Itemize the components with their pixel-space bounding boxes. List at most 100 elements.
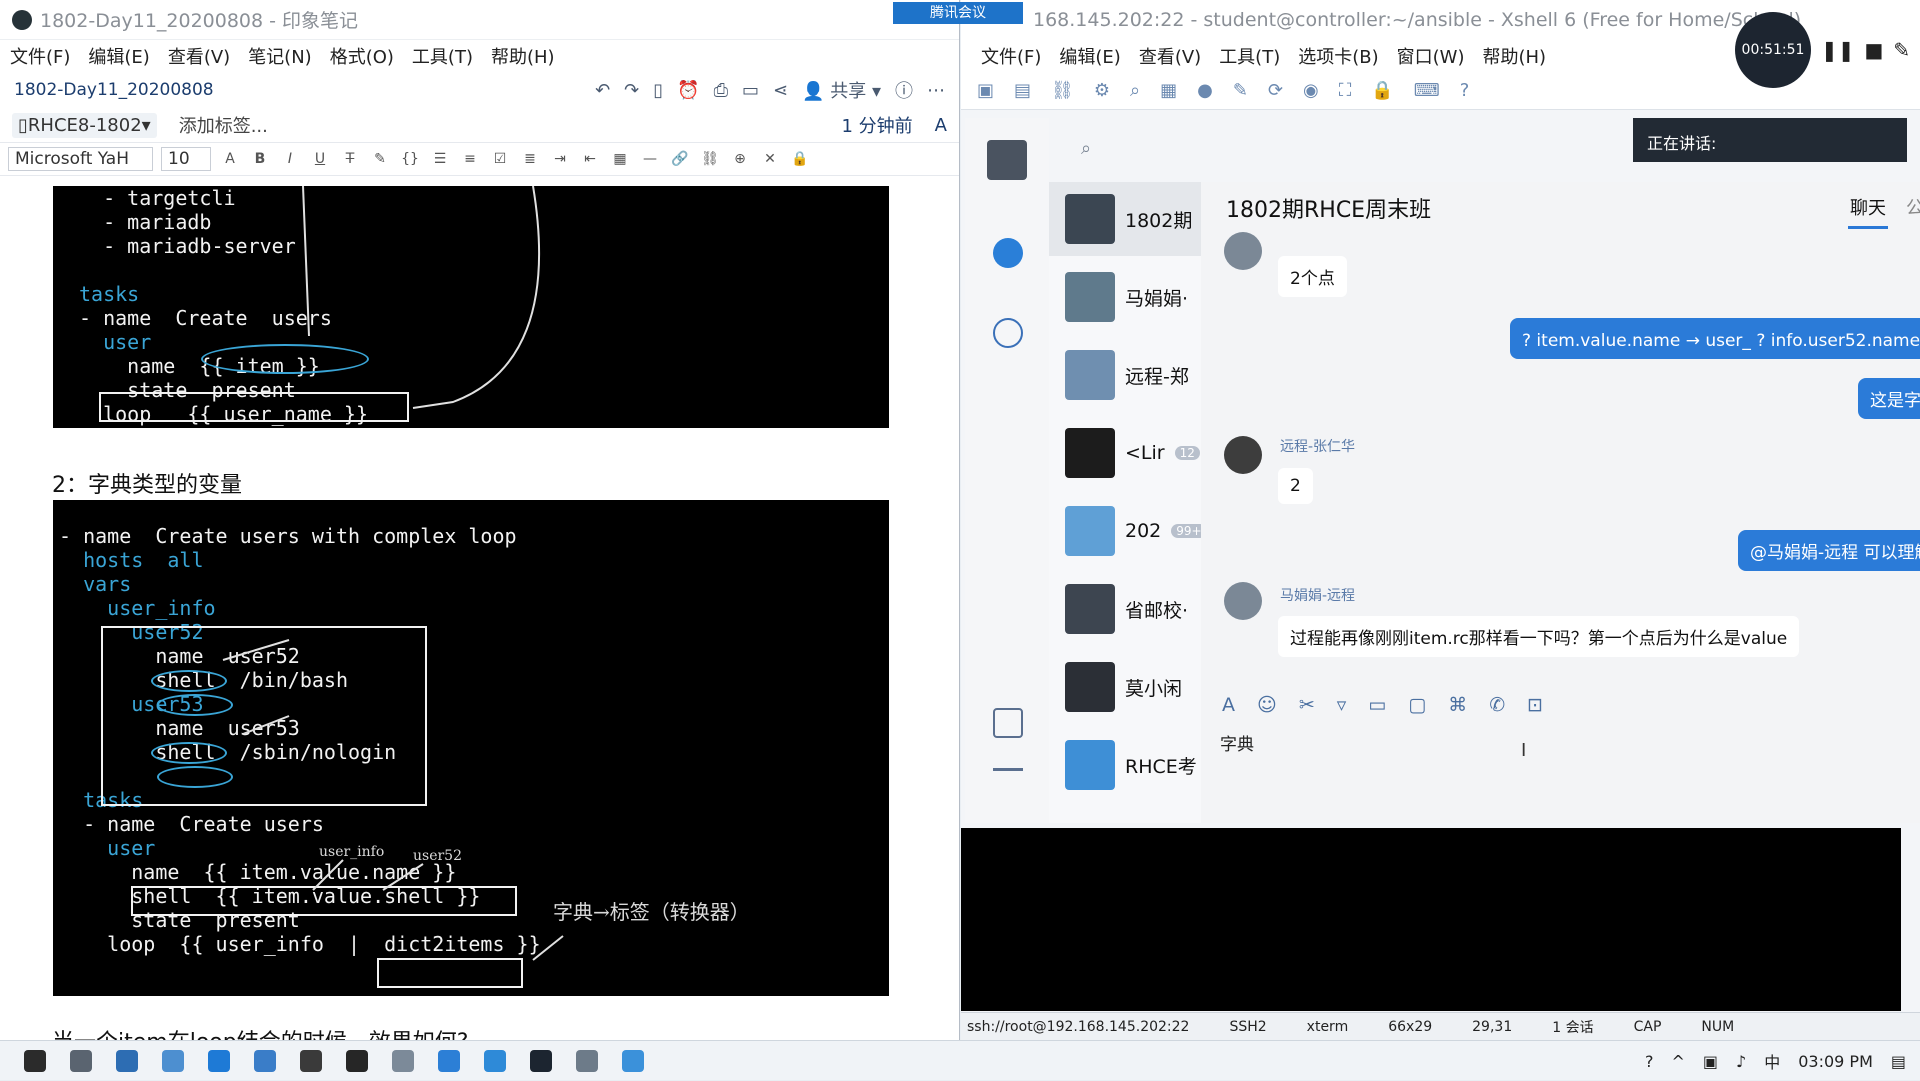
- menu-edit[interactable]: 编辑(E): [88, 43, 149, 69]
- help-tray-icon[interactable]: ?: [1645, 1052, 1654, 1071]
- notification-icon[interactable]: ▤: [1891, 1052, 1906, 1071]
- italic-icon[interactable]: I: [279, 151, 301, 167]
- reminder-icon[interactable]: ⏰: [677, 80, 699, 101]
- bold-icon[interactable]: B: [249, 151, 271, 167]
- app-icon[interactable]: [254, 1049, 276, 1072]
- search-icon[interactable]: ⌕: [1081, 138, 1091, 159]
- edge-icon[interactable]: [208, 1049, 230, 1072]
- xmenu-edit[interactable]: 编辑(E): [1059, 43, 1120, 69]
- font-style-icon[interactable]: A: [1222, 694, 1235, 716]
- contact-item[interactable]: 202 99+: [1049, 494, 1201, 568]
- app-icon[interactable]: [622, 1049, 644, 1072]
- menu-file[interactable]: 文件(F): [10, 43, 70, 69]
- attach-icon[interactable]: ▯: [653, 80, 663, 101]
- input-method-icon[interactable]: 中: [1764, 1049, 1780, 1073]
- menu-icon[interactable]: [993, 768, 1023, 784]
- pen-icon[interactable]: ✎: [1893, 38, 1910, 62]
- note-body[interactable]: - targetcli - mariadb - mariadb-server t…: [0, 186, 958, 1040]
- contact-item[interactable]: 马娟娟·: [1049, 260, 1201, 334]
- align-icon[interactable]: ≣: [519, 151, 541, 167]
- clear-format-icon[interactable]: ✕: [759, 151, 781, 167]
- outdent-icon[interactable]: ⇤: [579, 151, 601, 167]
- share-button[interactable]: 👤 共享 ▾: [802, 77, 881, 103]
- undo-icon[interactable]: ↶: [595, 80, 610, 101]
- windows-start-icon[interactable]: [24, 1049, 46, 1072]
- link-icon[interactable]: 🔗: [669, 151, 691, 167]
- font-size-select[interactable]: 10: [161, 147, 211, 171]
- network-icon[interactable]: ▣: [1703, 1052, 1718, 1071]
- app-icon[interactable]: [438, 1049, 460, 1072]
- keyboard-icon[interactable]: ⌨: [1414, 80, 1440, 101]
- message-icon[interactable]: [993, 238, 1023, 268]
- more-icon[interactable]: ⋯: [927, 80, 945, 101]
- app-icon[interactable]: [576, 1049, 598, 1072]
- volume-icon[interactable]: ♪: [1736, 1052, 1746, 1071]
- properties-icon[interactable]: ⚙: [1094, 80, 1110, 101]
- print-icon[interactable]: ⎙: [714, 80, 728, 101]
- font-color-icon[interactable]: A: [935, 115, 947, 136]
- contact-item[interactable]: 1802期: [1049, 182, 1201, 256]
- unlink-icon[interactable]: ⛓: [699, 151, 721, 167]
- clock[interactable]: 03:09 PM: [1798, 1052, 1873, 1071]
- indent-icon[interactable]: ⇥: [549, 151, 571, 167]
- stop-icon[interactable]: ■: [1865, 38, 1884, 62]
- strikethrough-icon[interactable]: T: [339, 151, 361, 167]
- screen-share-icon[interactable]: ⊡: [1527, 694, 1543, 716]
- redo-icon[interactable]: ↷: [624, 80, 639, 101]
- info-icon[interactable]: ⓘ: [895, 77, 913, 103]
- favorite-icon[interactable]: ▿: [1337, 694, 1347, 716]
- connect-icon[interactable]: ⛓: [1051, 80, 1074, 101]
- notebook-selector[interactable]: ▯RHCE8-1802▾: [12, 112, 157, 138]
- lock-screen-icon[interactable]: 🔒: [1371, 80, 1393, 101]
- chat-input[interactable]: 字典: [1220, 730, 1254, 755]
- chevron-up-icon[interactable]: ^: [1671, 1052, 1684, 1071]
- xmenu-tools[interactable]: 工具(T): [1219, 43, 1280, 69]
- help-icon[interactable]: ?: [1460, 80, 1470, 101]
- highlight-icon[interactable]: ✎: [369, 151, 391, 167]
- open-folder-icon[interactable]: ▤: [1014, 80, 1031, 101]
- contact-item[interactable]: 莫小闲: [1049, 650, 1201, 724]
- underline-icon[interactable]: U: [309, 151, 331, 167]
- lock-icon[interactable]: 🔒: [789, 151, 811, 167]
- code-icon[interactable]: {}: [399, 151, 421, 167]
- scissors-icon[interactable]: ✂: [1299, 694, 1315, 716]
- script-icon[interactable]: ⟳: [1268, 80, 1283, 101]
- contact-item[interactable]: <Lir 12: [1049, 416, 1201, 490]
- contact-item[interactable]: RHCE考: [1049, 728, 1201, 802]
- terminal-area[interactable]: [961, 828, 1901, 1011]
- contact-item[interactable]: 远程-郑: [1049, 338, 1201, 412]
- contacts-icon[interactable]: [993, 708, 1023, 738]
- image-icon[interactable]: ▭: [1368, 694, 1386, 716]
- globe-icon[interactable]: ●: [1197, 80, 1213, 101]
- menu-format[interactable]: 格式(O): [330, 43, 394, 69]
- text-color-icon[interactable]: A: [219, 151, 241, 167]
- pause-icon[interactable]: ❚❚: [1821, 38, 1855, 62]
- cloud-icon[interactable]: [993, 318, 1023, 348]
- app-icon[interactable]: [300, 1049, 322, 1072]
- tab-chat[interactable]: 聊天: [1850, 194, 1886, 220]
- app-icon[interactable]: [484, 1049, 506, 1072]
- emoji-icon[interactable]: ☺: [1257, 694, 1277, 716]
- new-session-icon[interactable]: ▣: [977, 80, 994, 101]
- present-icon[interactable]: ▭: [742, 80, 759, 101]
- task-view-icon[interactable]: [70, 1049, 92, 1072]
- xmenu-help[interactable]: 帮助(H): [1482, 43, 1546, 69]
- app-icon[interactable]: [162, 1049, 184, 1072]
- table-icon[interactable]: ▦: [609, 151, 631, 167]
- xmenu-window[interactable]: 窗口(W): [1397, 43, 1465, 69]
- phone-icon[interactable]: ✆: [1489, 694, 1505, 716]
- xmenu-tabs[interactable]: 选项卡(B): [1298, 43, 1378, 69]
- highlight-tool-icon[interactable]: ✎: [1233, 80, 1248, 101]
- xmenu-view[interactable]: 查看(V): [1139, 43, 1201, 69]
- divider-icon[interactable]: —: [639, 151, 661, 167]
- app-icon[interactable]: [392, 1049, 414, 1072]
- numbered-list-icon[interactable]: ≡: [459, 151, 481, 167]
- menu-note[interactable]: 笔记(N): [248, 43, 312, 69]
- menu-tools[interactable]: 工具(T): [412, 43, 473, 69]
- font-icon[interactable]: ▦: [1160, 80, 1177, 101]
- share-link-icon[interactable]: ⋖: [773, 80, 788, 101]
- tab-announcement[interactable]: 公: [1906, 194, 1920, 220]
- gift-icon[interactable]: ⌘: [1448, 694, 1467, 716]
- folder-icon[interactable]: ▢: [1408, 694, 1426, 716]
- encrypt-icon[interactable]: ⊕: [729, 151, 751, 167]
